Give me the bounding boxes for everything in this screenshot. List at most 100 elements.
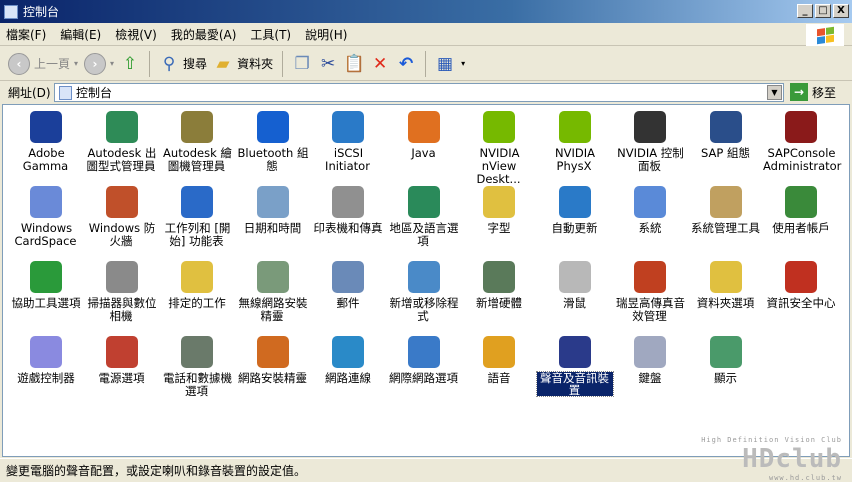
control-panel-item[interactable]: NVIDIA nView Deskt... [461, 111, 537, 186]
shield-icon [785, 261, 817, 293]
control-panel-item[interactable]: NVIDIA PhysX [537, 111, 613, 173]
admin-tools-icon [709, 186, 742, 218]
control-panel-item[interactable]: 自動更新 [537, 186, 613, 235]
phone-icon [181, 336, 213, 368]
item-label: 聲音及音訊裝置 [535, 371, 614, 397]
power-icon [105, 336, 138, 368]
forward-button[interactable]: › ▾ [84, 52, 114, 75]
control-panel-item[interactable]: 遊戲控制器 [8, 336, 84, 385]
control-panel-item[interactable]: 系統 [612, 186, 688, 235]
undo-icon[interactable]: ↶ [396, 54, 416, 74]
mail-icon [332, 261, 364, 293]
paste-icon[interactable]: 📋 [344, 54, 365, 74]
monitor-icon [30, 111, 62, 143]
control-panel-item[interactable]: iSCSI Initiator [310, 111, 386, 173]
control-panel-item[interactable]: Adobe Gamma [8, 111, 84, 173]
control-panel-item[interactable]: 地區及語言選項 [386, 186, 462, 248]
close-button[interactable]: X [833, 4, 849, 18]
go-button[interactable]: → 移至 [790, 83, 836, 101]
menu-help[interactable]: 說明(H) [305, 26, 347, 43]
menu-favorites[interactable]: 我的最愛(A) [171, 26, 237, 43]
item-label: Windows CardSpace [14, 221, 77, 248]
minimize-button[interactable]: _ [797, 4, 813, 18]
gamepad-icon [30, 336, 62, 368]
item-label: 語音 [487, 371, 511, 385]
sound-icon [558, 336, 591, 368]
control-panel-item[interactable]: 資料夾選項 [688, 261, 764, 310]
control-panel-item[interactable]: 郵件 [310, 261, 386, 310]
menu-view[interactable]: 檢視(V) [115, 26, 157, 43]
taskbar-icon [181, 186, 213, 218]
control-panel-item[interactable]: 協助工具選項 [8, 261, 84, 310]
control-panel-item[interactable]: Java [386, 111, 462, 160]
menu-tools[interactable]: 工具(T) [250, 26, 291, 43]
item-label: 電源選項 [98, 371, 145, 385]
system-icon [634, 186, 666, 218]
control-panel-item[interactable]: 排定的工作 [159, 261, 235, 310]
menu-edit[interactable]: 編輯(E) [60, 26, 101, 43]
control-panel-item[interactable]: 顯示 [688, 336, 764, 385]
control-panel-icon [59, 85, 72, 100]
search-button[interactable]: ⚲ 搜尋 [159, 54, 207, 74]
control-panel-item[interactable]: 新增硬體 [461, 261, 537, 310]
control-panel-item[interactable]: 瑞昱高傳真音效管理 [612, 261, 688, 323]
item-label: 地區及語言選項 [389, 221, 459, 248]
control-panel-item[interactable]: 網路連線 [310, 336, 386, 385]
control-panel-item[interactable]: 無線網路安裝精靈 [235, 261, 311, 323]
up-folder-icon[interactable]: ⇧ [120, 54, 140, 74]
control-panel-item[interactable]: 滑鼠 [537, 261, 613, 310]
scheduled-tasks-icon [181, 261, 213, 293]
control-panel-item[interactable]: 網際網路選項 [386, 336, 462, 385]
item-label: 網路連線 [325, 371, 371, 385]
address-dropdown-button[interactable]: ▼ [767, 85, 782, 100]
control-panel-item[interactable]: 新增或移除程式 [386, 261, 462, 323]
control-panel-item[interactable]: 工作列和 [開始] 功能表 [159, 186, 235, 248]
control-panel-item[interactable]: 鍵盤 [612, 336, 688, 385]
item-label: 鍵盤 [638, 371, 662, 385]
scanner-icon [105, 261, 138, 293]
control-panel-item[interactable]: 印表機和傳真 [310, 186, 386, 235]
item-label: 字型 [487, 221, 511, 235]
item-label: SAPConsole Administrator [763, 146, 842, 173]
item-label: iSCSI Initiator [325, 146, 370, 173]
address-bar: 網址(D) 控制台 ▼ → 移至 [0, 82, 852, 103]
plot-style-icon [105, 111, 138, 143]
control-panel-item[interactable]: Windows 防火牆 [84, 186, 160, 248]
control-panel-item[interactable]: Windows CardSpace [8, 186, 84, 248]
sap-icon [709, 111, 742, 143]
control-panel-item[interactable]: 電話和數據機選項 [159, 336, 235, 398]
item-label: 顯示 [714, 371, 737, 385]
control-panel-item[interactable]: 字型 [461, 186, 537, 235]
control-panel-item[interactable]: 使用者帳戶 [763, 186, 839, 235]
item-label: 新增硬體 [476, 296, 522, 310]
delete-icon[interactable]: ✕ [370, 54, 390, 74]
keyboard-icon [634, 336, 666, 368]
nvidia-icon [483, 111, 515, 143]
maximize-button[interactable]: □ [815, 4, 831, 18]
control-panel-item[interactable]: SAP 組態 [688, 111, 764, 160]
control-panel-item[interactable]: 日期和時間 [235, 186, 311, 235]
views-icon[interactable]: ▦ [435, 54, 455, 74]
users-icon [785, 186, 817, 218]
copy-icon[interactable]: ❐ [292, 54, 312, 74]
control-panel-item[interactable]: 系統管理工具 [688, 186, 764, 235]
menu-file[interactable]: 檔案(F) [6, 26, 46, 43]
control-panel-item[interactable]: 資訊安全中心 [763, 261, 839, 310]
item-label: 資料夾選項 [696, 296, 755, 310]
control-panel-item[interactable]: SAPConsole Administrator [763, 111, 842, 173]
cut-icon[interactable]: ✂ [318, 54, 338, 74]
control-panel-item[interactable]: 掃描器與數位相機 [84, 261, 160, 323]
control-panel-item[interactable]: NVIDIA 控制面板 [612, 111, 688, 173]
folders-button[interactable]: ▰ 資料夾 [213, 54, 274, 74]
control-panel-item[interactable]: Autodesk 出圖型式管理員 [84, 111, 160, 173]
control-panel-item[interactable]: 電源選項 [84, 336, 160, 385]
wireless-icon [256, 261, 289, 293]
control-panel-item[interactable]: Bluetooth 組態 [235, 111, 311, 173]
address-input[interactable]: 控制台 ▼ [54, 83, 784, 102]
back-button[interactable]: ‹ 上一頁 ▾ [8, 52, 78, 75]
item-label: NVIDIA PhysX [555, 146, 595, 173]
control-panel-item[interactable]: 語音 [461, 336, 537, 385]
control-panel-item[interactable]: 聲音及音訊裝置 [535, 336, 614, 397]
control-panel-item[interactable]: Autodesk 繪圖機管理員 [159, 111, 235, 173]
control-panel-item[interactable]: 網路安裝精靈 [235, 336, 311, 385]
